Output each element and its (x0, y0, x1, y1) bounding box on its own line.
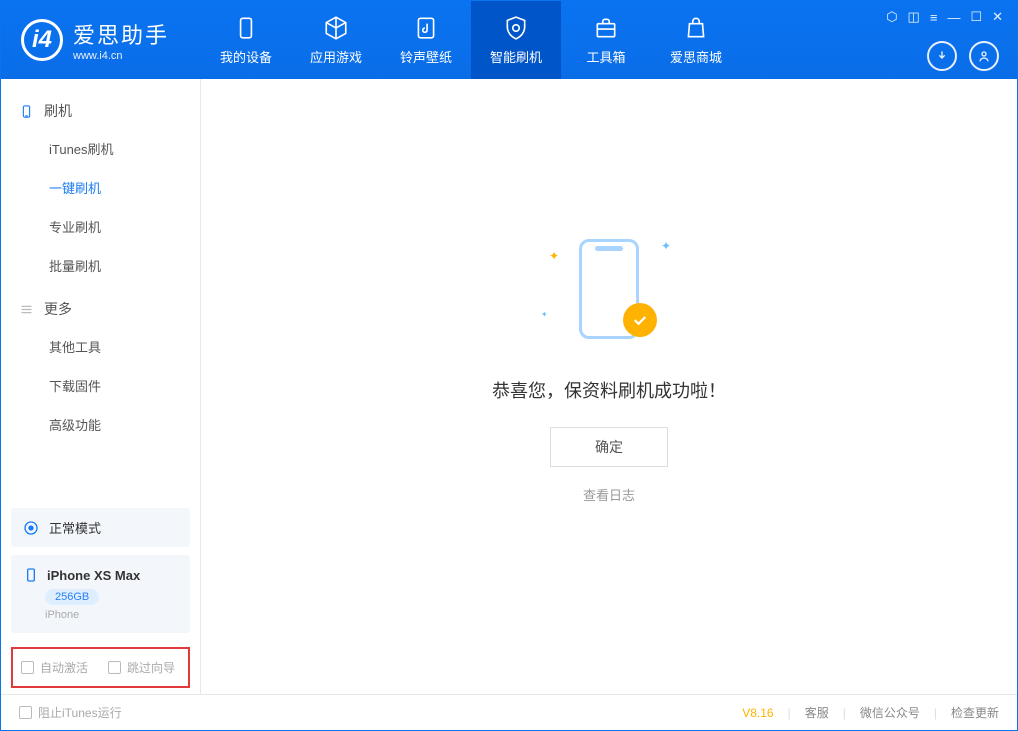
tab-toolbox[interactable]: 工具箱 (561, 1, 651, 79)
phone-icon (19, 104, 34, 119)
checkbox-icon (108, 661, 121, 674)
minimize-button[interactable]: — (947, 10, 960, 25)
sidebar: 刷机 iTunes刷机 一键刷机 专业刷机 批量刷机 更多 其他工具 下载固件 … (1, 79, 201, 694)
music-file-icon (413, 15, 439, 41)
sidebar-item-download-firmware[interactable]: 下载固件 (1, 366, 200, 405)
device-mode-label: 正常模式 (49, 518, 101, 537)
maximize-button[interactable]: ☐ (970, 9, 982, 25)
cube-icon (323, 15, 349, 41)
view-log-link[interactable]: 查看日志 (583, 485, 635, 504)
sidebar-item-oneclick-flash[interactable]: 一键刷机 (1, 168, 200, 207)
checkbox-auto-activate[interactable]: 自动激活 (21, 659, 88, 676)
app-window: i4 爱思助手 www.i4.cn 我的设备 应用游戏 铃声壁纸 智能刷机 (0, 0, 1018, 731)
footer-link-update[interactable]: 检查更新 (951, 704, 999, 721)
checkbox-icon (19, 706, 32, 719)
device-icon (233, 15, 259, 41)
sparkle-icon: ✦ (541, 310, 548, 319)
success-message: 恭喜您，保资料刷机成功啦！ (492, 377, 726, 403)
checkbox-block-itunes[interactable]: 阻止iTunes运行 (19, 704, 122, 721)
device-info-card[interactable]: iPhone XS Max 256GB iPhone (11, 555, 190, 633)
body: 刷机 iTunes刷机 一键刷机 专业刷机 批量刷机 更多 其他工具 下载固件 … (1, 79, 1017, 694)
shield-refresh-icon (503, 15, 529, 41)
footer: 阻止iTunes运行 V8.16 | 客服 | 微信公众号 | 检查更新 (1, 694, 1017, 730)
device-mode-card[interactable]: 正常模式 (11, 508, 190, 547)
options-row: 自动激活 跳过向导 (11, 647, 190, 688)
app-name: 爱思助手 (73, 18, 169, 50)
download-button[interactable] (927, 41, 957, 71)
device-type: iPhone (45, 609, 178, 621)
check-badge-icon (623, 303, 657, 337)
tab-ringtones[interactable]: 铃声壁纸 (381, 1, 471, 79)
sidebar-item-batch-flash[interactable]: 批量刷机 (1, 246, 200, 285)
sidebar-item-pro-flash[interactable]: 专业刷机 (1, 207, 200, 246)
tab-store[interactable]: 爱思商城 (651, 1, 741, 79)
menu-icon[interactable]: ≡ (930, 10, 938, 25)
toolbox-icon (593, 15, 619, 41)
sidebar-item-advanced[interactable]: 高级功能 (1, 405, 200, 444)
success-illustration: ✦ ✦ ✦ (529, 229, 689, 349)
device-name: iPhone XS Max (47, 568, 140, 583)
checkbox-skip-guide[interactable]: 跳过向导 (108, 659, 175, 676)
mode-icon (23, 520, 39, 536)
user-button[interactable] (969, 41, 999, 71)
sparkle-icon: ✦ (549, 249, 559, 263)
tshirt-icon[interactable]: ⬡ (886, 9, 897, 25)
header: i4 爱思助手 www.i4.cn 我的设备 应用游戏 铃声壁纸 智能刷机 (1, 1, 1017, 79)
logo: i4 爱思助手 www.i4.cn (1, 18, 201, 62)
nav-tabs: 我的设备 应用游戏 铃声壁纸 智能刷机 工具箱 爱思商城 (201, 1, 741, 79)
sidebar-section-more: 更多 (1, 291, 200, 327)
window-controls: ⬡ ◫ ≡ — ☐ ✕ (886, 9, 1003, 25)
bag-icon (683, 15, 709, 41)
list-icon (19, 302, 34, 317)
tab-my-device[interactable]: 我的设备 (201, 1, 291, 79)
ok-button[interactable]: 确定 (550, 427, 668, 467)
checkbox-icon (21, 661, 34, 674)
app-url: www.i4.cn (73, 50, 169, 62)
device-small-icon (23, 567, 39, 583)
logo-icon: i4 (21, 19, 63, 61)
tab-apps-games[interactable]: 应用游戏 (291, 1, 381, 79)
close-button[interactable]: ✕ (992, 9, 1003, 25)
sparkle-icon: ✦ (661, 239, 671, 253)
footer-link-wechat[interactable]: 微信公众号 (860, 704, 920, 721)
lock-icon[interactable]: ◫ (908, 9, 920, 25)
sidebar-item-other-tools[interactable]: 其他工具 (1, 327, 200, 366)
main-content: ✦ ✦ ✦ 恭喜您，保资料刷机成功啦！ 确定 查看日志 (201, 79, 1017, 694)
footer-link-support[interactable]: 客服 (805, 704, 829, 721)
tab-smart-flash[interactable]: 智能刷机 (471, 1, 561, 79)
version-label: V8.16 (742, 706, 773, 720)
sidebar-section-flash: 刷机 (1, 93, 200, 129)
sidebar-item-itunes-flash[interactable]: iTunes刷机 (1, 129, 200, 168)
device-storage-badge: 256GB (45, 589, 99, 605)
